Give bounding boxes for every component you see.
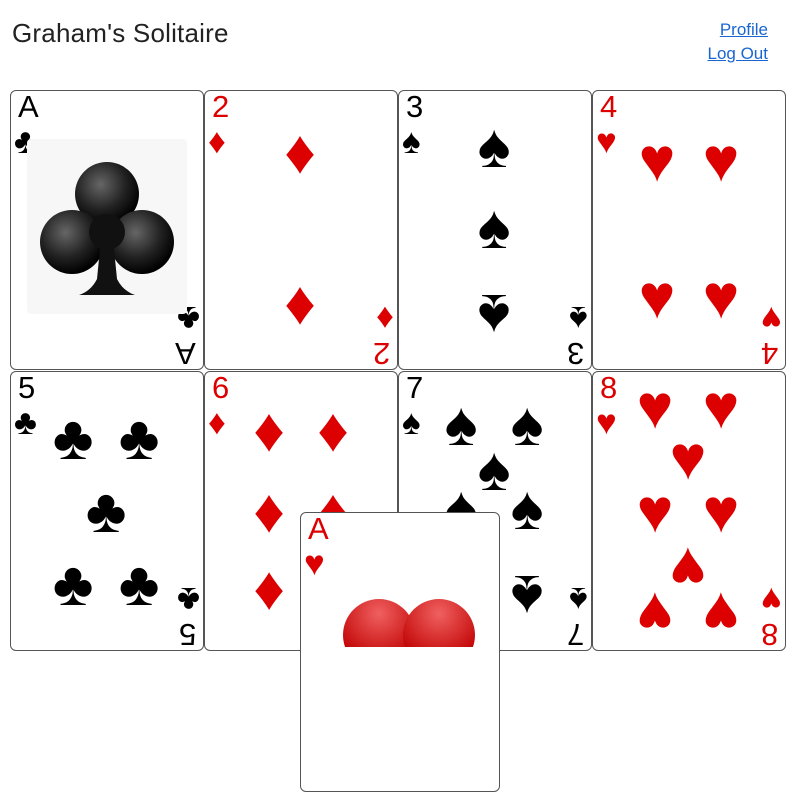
hearts-icon: ♥: [702, 578, 740, 648]
hearts-icon: ♥: [636, 373, 674, 443]
hearts-icon: ♥: [669, 534, 707, 603]
spades-icon: ♠: [510, 562, 544, 631]
spades-icon: ♠: [477, 112, 511, 181]
card-tableau: A♣A♣2♦2♦♦♦3♠3♠♠♠♠4♥4♥♥♥♥♥5♣5♣♣♣♣♣♣6♦6♦♦♦…: [10, 90, 788, 792]
playing-card-3-spades[interactable]: 3 ♠ 3 ♠ ♠ ♠ ♠: [398, 90, 592, 370]
card-rank: 7: [406, 371, 424, 405]
card-rank: 6: [212, 371, 230, 405]
diamonds-icon: ♦: [284, 117, 316, 187]
ace-club-artwork: [27, 139, 187, 314]
ace-heart-artwork: [329, 587, 489, 671]
spades-icon: ♠: [477, 281, 511, 350]
diamonds-icon: ♦: [253, 559, 285, 629]
card-rank: 4: [600, 90, 618, 124]
user-nav: Profile Log Out: [708, 20, 769, 64]
hearts-icon: ♥: [669, 423, 707, 493]
logout-link[interactable]: Log Out: [708, 44, 769, 64]
diamonds-icon: ♦: [284, 268, 316, 338]
diamonds-icon: ♦: [253, 395, 285, 465]
spades-icon: ♠: [569, 299, 588, 338]
card-rank-inverted: 4: [760, 336, 778, 370]
card-rank: A: [308, 512, 329, 546]
spades-icon: ♠: [510, 474, 544, 544]
card-rank: 5: [18, 371, 36, 405]
card-rank-inverted: 2: [372, 336, 390, 370]
diamonds-icon: ♦: [208, 403, 226, 442]
playing-card-8-hearts[interactable]: 8 ♥ 8 ♥ ♥ ♥ ♥ ♥ ♥ ♥ ♥ ♥: [592, 371, 786, 651]
hearts-icon: ♥: [304, 544, 325, 583]
hearts-icon: ♥: [702, 477, 740, 546]
playing-card-5-clubs[interactable]: 5 ♣ 5 ♣ ♣ ♣ ♣ ♣ ♣: [10, 371, 204, 651]
clubs-icon: ♣: [14, 403, 37, 442]
clubs-icon: ♣: [52, 404, 94, 474]
card-rank: 8: [600, 371, 618, 405]
clubs-icon: ♣: [52, 549, 94, 619]
card-rank-inverted: 5: [178, 617, 196, 651]
diamonds-icon: ♦: [376, 299, 394, 338]
clubs-icon: ♣: [85, 477, 127, 546]
hearts-icon: ♥: [638, 126, 676, 195]
hearts-icon: ♥: [761, 299, 782, 338]
hearts-icon: ♥: [596, 122, 617, 161]
card-rank: 2: [212, 90, 230, 124]
spades-icon: ♠: [444, 390, 478, 460]
spades-icon: ♠: [510, 390, 544, 460]
diamonds-icon: ♦: [317, 395, 349, 465]
diamonds-icon: ♦: [253, 477, 285, 546]
hearts-icon: ♥: [702, 373, 740, 443]
profile-link[interactable]: Profile: [720, 20, 768, 40]
page-title: Graham's Solitaire: [12, 18, 229, 48]
card-rank: 3: [406, 90, 424, 124]
card-rank: A: [18, 90, 39, 124]
hearts-icon: ♥: [596, 403, 617, 442]
card-rank-inverted: 8: [760, 617, 778, 651]
diamonds-icon: ♦: [208, 122, 226, 161]
spades-icon: ♠: [402, 122, 421, 161]
spades-icon: ♠: [477, 193, 511, 263]
hearts-icon: ♥: [636, 477, 674, 546]
hearts-icon: ♥: [702, 126, 740, 195]
card-rank-inverted: A: [175, 336, 196, 370]
playing-card-2-diamonds[interactable]: 2 ♦ 2 ♦ ♦ ♦: [204, 90, 398, 370]
card-rank-inverted: 7: [566, 617, 584, 651]
card-rank-inverted: 3: [566, 336, 584, 370]
playing-card-4-hearts[interactable]: 4 ♥ 4 ♥ ♥ ♥ ♥ ♥: [592, 90, 786, 370]
clubs-icon: ♣: [118, 549, 160, 619]
spades-icon: ♠: [402, 403, 421, 442]
hearts-icon: ♥: [636, 578, 674, 648]
playing-card-a-clubs[interactable]: A ♣ A ♣: [10, 90, 204, 370]
dragged-card-a-hearts[interactable]: A ♥: [300, 512, 500, 792]
hearts-icon: ♥: [702, 263, 740, 333]
spades-icon: ♠: [477, 435, 511, 504]
clubs-icon: ♣: [118, 404, 160, 474]
hearts-icon: ♥: [638, 263, 676, 333]
